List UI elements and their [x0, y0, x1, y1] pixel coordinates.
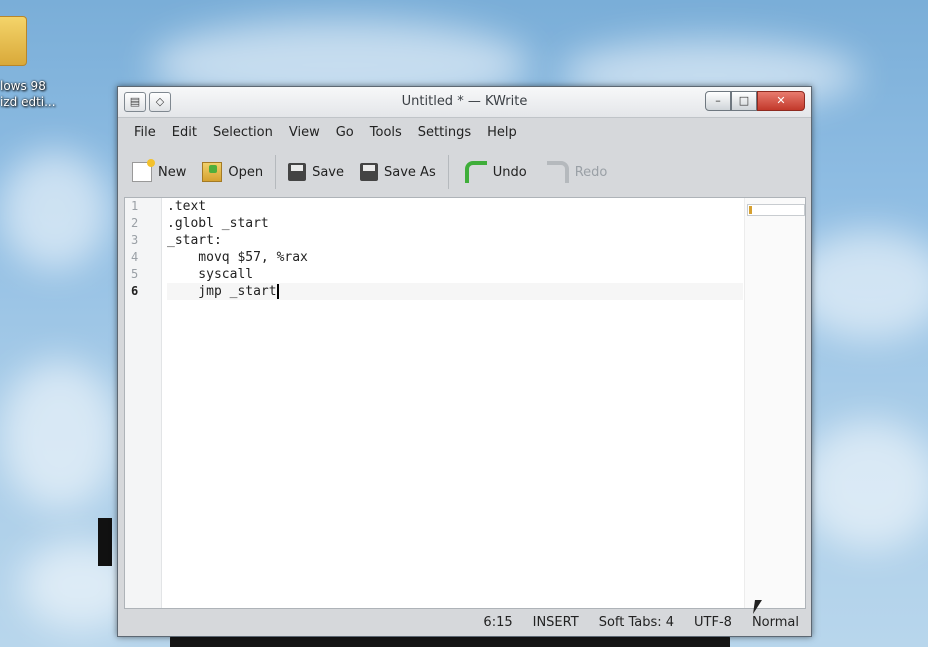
menu-settings[interactable]: Settings	[410, 118, 479, 146]
code-line[interactable]: .text	[167, 198, 743, 215]
open-folder-icon	[202, 162, 223, 182]
save-as-disk-icon	[360, 163, 379, 181]
save-as-label: Save As	[384, 164, 436, 180]
menu-go[interactable]: Go	[328, 118, 362, 146]
folder-icon	[0, 16, 27, 66]
menu-view[interactable]: View	[281, 118, 328, 146]
line-number: 1	[131, 199, 139, 213]
new-document-icon	[132, 159, 155, 182]
redo-button[interactable]: Redo	[543, 161, 608, 183]
status-bar: 6:15 INSERT Soft Tabs: 4 UTF-8 Normal	[118, 610, 811, 634]
open-label: Open	[228, 164, 264, 180]
line-number-gutter: 1 2 3 4 5 6	[125, 198, 162, 608]
redo-label: Redo	[574, 164, 608, 180]
undo-arrow-icon	[464, 161, 487, 183]
desktop-icon-label: lows 98 izd edti...	[0, 78, 70, 110]
menu-file[interactable]: File	[126, 118, 164, 146]
code-line[interactable]: .globl _start	[167, 215, 743, 232]
minimap-scrollbar[interactable]	[744, 198, 805, 608]
cloud	[800, 420, 928, 550]
line-number: 2	[131, 216, 139, 230]
code-line-text: jmp _start	[167, 284, 277, 299]
code-line[interactable]: syscall	[167, 266, 743, 283]
input-mode[interactable]: Normal	[752, 615, 799, 630]
desktop-icon-label-line2: izd edti...	[0, 95, 56, 109]
edit-mode[interactable]: INSERT	[533, 615, 579, 630]
encoding[interactable]: UTF-8	[694, 615, 732, 630]
menu-edit[interactable]: Edit	[164, 118, 205, 146]
kwrite-window: ▤ ◇ Untitled * — KWrite – □ ✕ File Edit …	[117, 86, 812, 637]
desktop-icon-label-line1: lows 98	[0, 79, 46, 93]
save-button[interactable]: Save	[288, 163, 344, 181]
indentation-mode[interactable]: Soft Tabs: 4	[599, 615, 674, 630]
undo-label: Undo	[492, 164, 527, 180]
line-number: 3	[131, 233, 139, 247]
open-button[interactable]: Open	[202, 162, 263, 182]
text-cursor	[276, 284, 279, 299]
code-line[interactable]: movq $57, %rax	[167, 249, 743, 266]
title-bar[interactable]: ▤ ◇ Untitled * — KWrite – □ ✕	[118, 87, 811, 118]
menu-bar: File Edit Selection View Go Tools Settin…	[118, 118, 811, 146]
line-number: 4	[131, 250, 139, 264]
menu-help[interactable]: Help	[479, 118, 525, 146]
minimap-viewport[interactable]	[747, 204, 805, 216]
code-area[interactable]: .text .globl _start _start: movq $57, %r…	[167, 198, 743, 300]
save-label: Save	[312, 164, 345, 180]
cursor-position[interactable]: 6:15	[483, 615, 512, 630]
line-number-current: 6	[131, 284, 139, 298]
new-button[interactable]: New	[132, 159, 187, 182]
redo-arrow-icon	[546, 161, 569, 183]
maximize-button[interactable]: □	[731, 91, 757, 111]
wallpaper-letter	[98, 518, 112, 566]
new-label: New	[158, 164, 187, 180]
text-editor[interactable]: 1 2 3 4 5 6 .text .globl _start _start: …	[124, 197, 806, 609]
toolbar-separator	[447, 155, 449, 189]
cloud	[0, 360, 120, 510]
undo-button[interactable]: Undo	[461, 161, 527, 183]
save-as-button[interactable]: Save As	[360, 163, 436, 181]
minimize-button[interactable]: –	[705, 91, 731, 111]
code-line[interactable]: _start:	[167, 232, 743, 249]
menu-selection[interactable]: Selection	[205, 118, 281, 146]
close-button[interactable]: ✕	[757, 91, 805, 111]
main-toolbar: New Open Save Save As Undo Redo	[118, 149, 811, 195]
line-number: 5	[131, 267, 139, 281]
menu-tools[interactable]: Tools	[362, 118, 410, 146]
cloud	[0, 150, 110, 270]
code-line-current[interactable]: jmp _start	[167, 283, 743, 300]
save-disk-icon	[288, 163, 307, 181]
toolbar-separator	[275, 155, 277, 189]
